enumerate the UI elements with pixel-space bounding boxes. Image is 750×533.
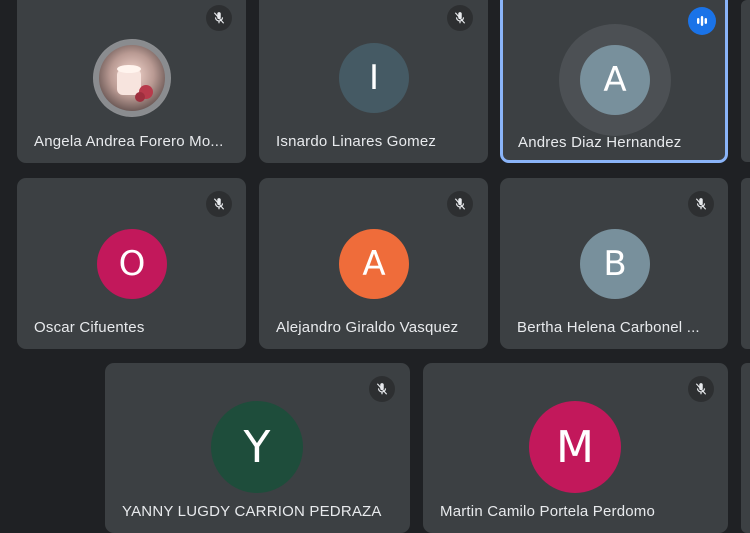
participant-avatar: A (339, 229, 409, 299)
participant-avatar: M (529, 401, 621, 493)
participant-tile[interactable]: O Oscar Cifuentes (17, 178, 246, 349)
participant-name: Oscar Cifuentes (34, 319, 145, 336)
participant-tile[interactable]: A Alejandro Giraldo Vasquez (259, 178, 488, 349)
mic-off-icon (206, 191, 232, 217)
candle-photo-icon (94, 40, 170, 116)
participant-avatar-photo (93, 39, 171, 117)
avatar-initial: Y (243, 421, 271, 473)
mic-off-icon (447, 5, 473, 31)
participant-name: Angela Andrea Forero Mo... (34, 133, 224, 150)
participant-name: Isnardo Linares Gomez (276, 133, 437, 150)
mic-off-icon (688, 191, 714, 217)
participant-tile[interactable]: B Bertha Helena Carbonel ... (500, 178, 728, 349)
partial-tile-right-2 (741, 178, 750, 349)
mic-off-icon (688, 376, 714, 402)
participant-avatar: Y (211, 401, 303, 493)
avatar-initial: O (118, 244, 146, 284)
participant-tile[interactable]: Y YANNY LUGDY CARRION PEDRAZA (105, 363, 410, 533)
participant-avatar: A (580, 45, 650, 115)
mic-off-icon (447, 191, 473, 217)
mic-off-icon (206, 5, 232, 31)
participant-name: Alejandro Giraldo Vasquez (276, 319, 459, 336)
participant-avatar: O (97, 229, 167, 299)
audio-level-icon (688, 7, 716, 35)
mic-off-icon (369, 376, 395, 402)
participant-name: YANNY LUGDY CARRION PEDRAZA (122, 503, 382, 520)
participant-tile-active-speaker[interactable]: A Andres Diaz Hernandez (500, 0, 728, 163)
avatar-initial: B (603, 244, 627, 284)
avatar-initial: M (556, 421, 594, 473)
partial-tile-right-3 (741, 363, 750, 533)
participant-avatar: B (580, 229, 650, 299)
participant-name: Andres Diaz Hernandez (518, 134, 682, 151)
avatar-initial: A (362, 244, 386, 284)
participant-tile[interactable]: M Martin Camilo Portela Perdomo (423, 363, 728, 533)
participant-avatar: I (339, 43, 409, 113)
avatar-initial: A (603, 60, 627, 100)
participant-tile[interactable]: I Isnardo Linares Gomez (259, 0, 488, 163)
partial-tile-right-1 (741, 0, 750, 162)
avatar-initial: I (368, 58, 380, 98)
participant-name: Bertha Helena Carbonel ... (517, 319, 700, 336)
participant-name: Martin Camilo Portela Perdomo (440, 503, 656, 520)
participant-tile[interactable]: Angela Andrea Forero Mo... (17, 0, 246, 163)
